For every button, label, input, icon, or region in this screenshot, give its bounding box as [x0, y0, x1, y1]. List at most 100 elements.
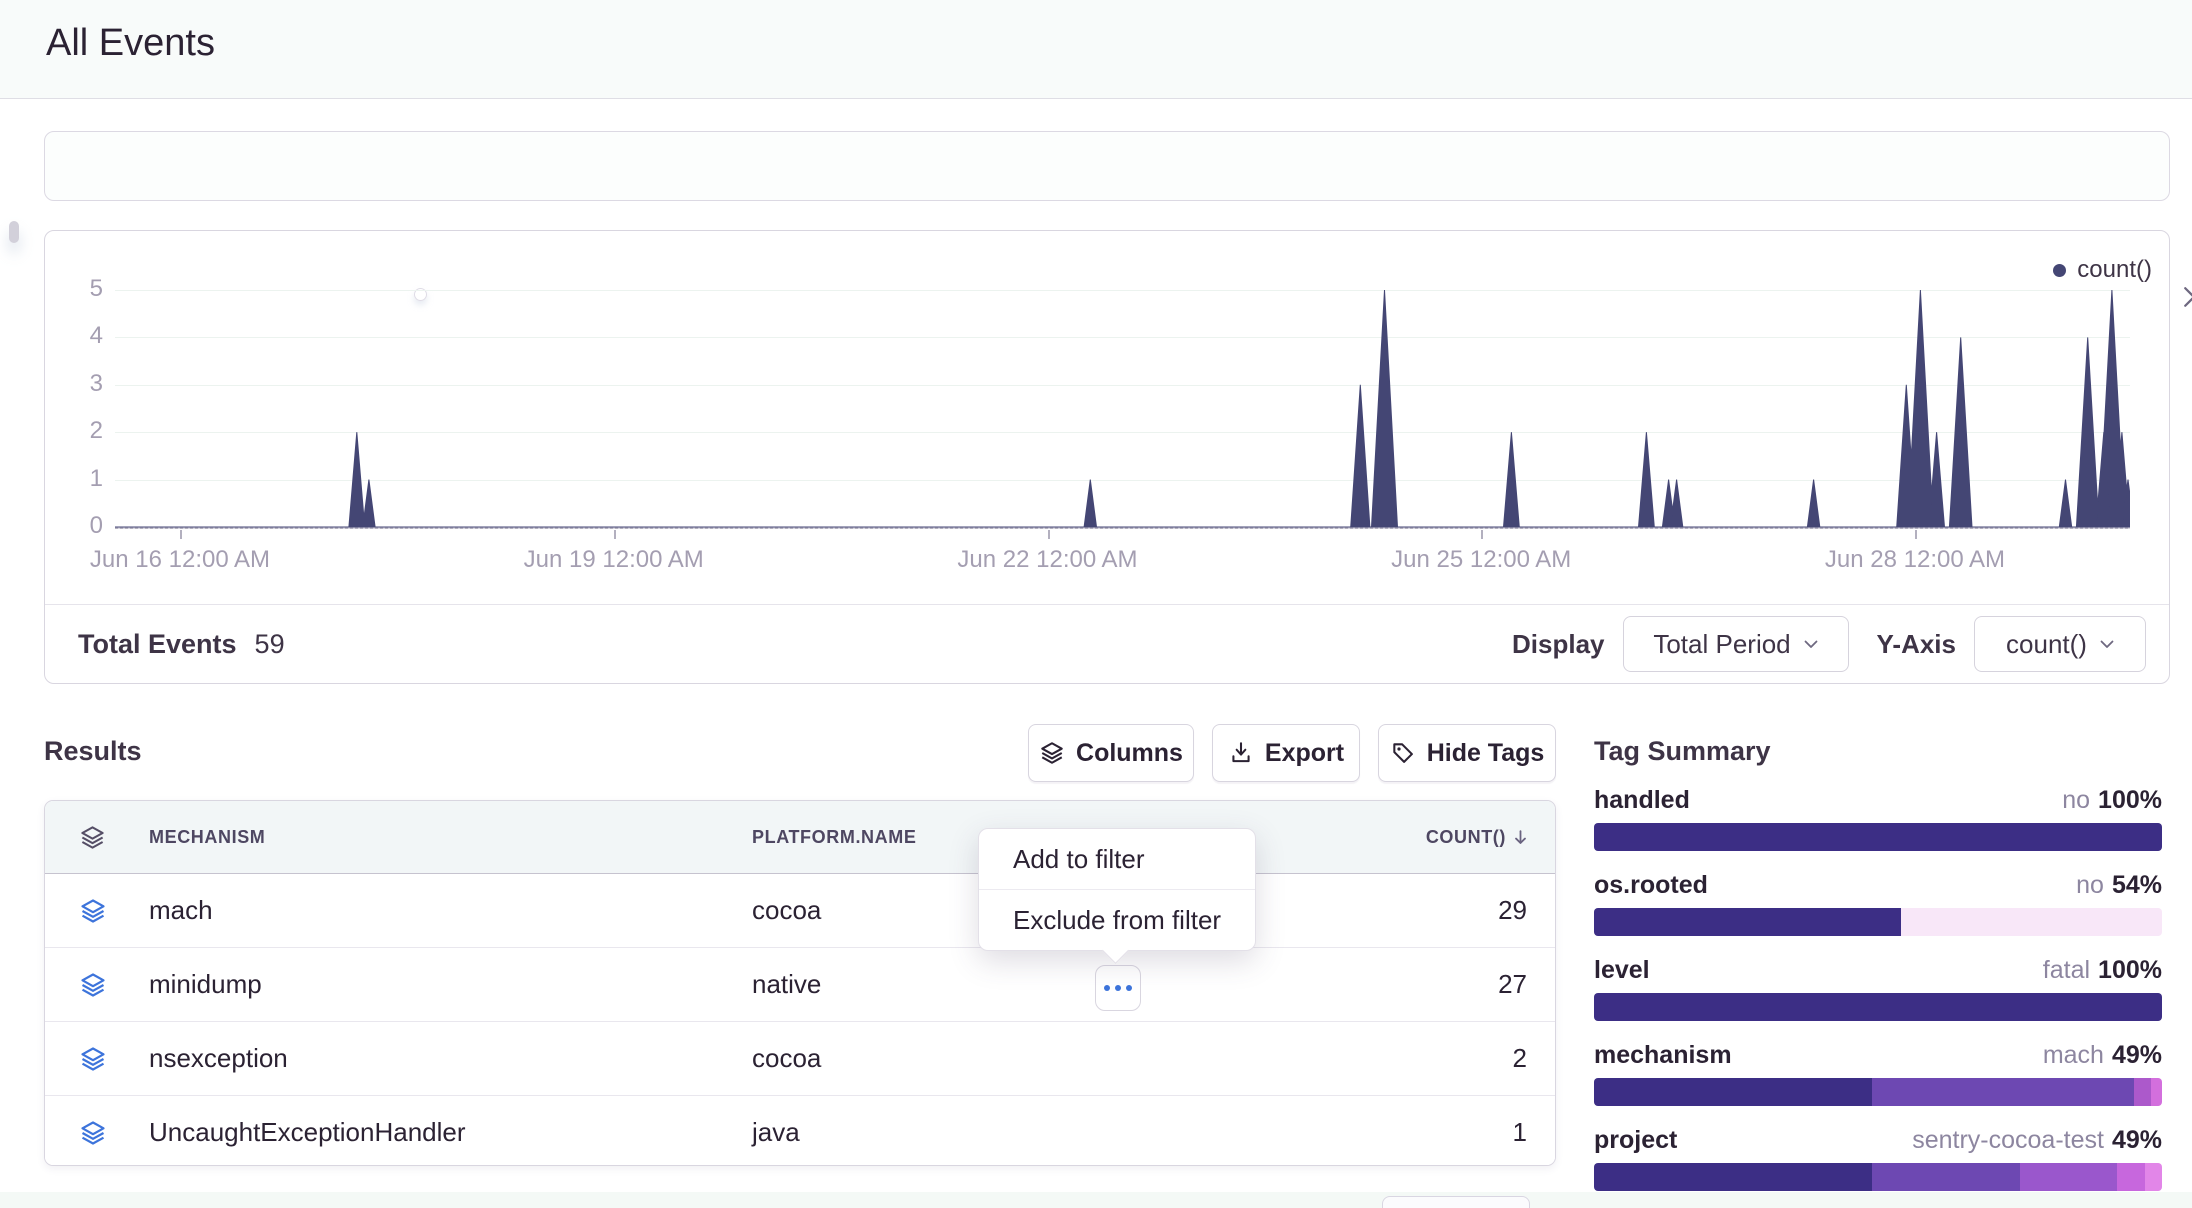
- yaxis-dropdown-value: count(): [2006, 629, 2087, 660]
- total-events-value: 59: [255, 629, 285, 660]
- layers-icon: [1039, 740, 1065, 766]
- menu-item-add-to-filter[interactable]: Add to filter: [979, 829, 1255, 889]
- tag-name: os.rooted: [1594, 871, 1708, 900]
- tag-summary-panel: Tag Summary handled no100% os.rooted no5…: [1594, 736, 2162, 1191]
- chart-legend[interactable]: count(): [2053, 256, 2152, 284]
- cell-mechanism[interactable]: mach: [149, 895, 752, 926]
- tag-distribution-bar[interactable]: [1594, 908, 2162, 936]
- tag-bar-segment: [1901, 908, 2162, 936]
- tag-entry-os-rooted: os.rooted no54%: [1594, 870, 2162, 936]
- count-series-area: [115, 290, 2130, 528]
- cell-mechanism[interactable]: nsexception: [149, 1043, 752, 1074]
- hide-tags-button-label: Hide Tags: [1427, 739, 1545, 768]
- display-label: Display: [1512, 629, 1605, 660]
- search-bar[interactable]: event.type:error handled:no level:fatal: [44, 131, 2170, 201]
- tag-bar-segment: [2117, 1163, 2145, 1191]
- dot-icon: [1126, 985, 1132, 991]
- tag-entry-handled: handled no100%: [1594, 785, 2162, 851]
- page-bottom-background: [0, 1192, 2192, 1208]
- tag-bar-segment: [2151, 1078, 2162, 1106]
- tag-bar-segment: [2020, 1163, 2117, 1191]
- tag-top-value: fatal100%: [2043, 956, 2162, 985]
- cell-platform[interactable]: cocoa: [752, 1043, 1252, 1074]
- column-header-mechanism[interactable]: MECHANISM: [149, 827, 752, 848]
- dot-icon: [1104, 985, 1110, 991]
- columns-button-label: Columns: [1076, 739, 1183, 768]
- cell-actions-menu: Add to filter Exclude from filter: [978, 828, 1256, 951]
- page-header: All Events: [0, 0, 2192, 99]
- cell-mechanism[interactable]: minidump: [149, 969, 752, 1000]
- total-events: Total Events 59: [78, 604, 285, 684]
- cell-count[interactable]: 2: [1252, 1043, 1555, 1074]
- chevron-down-icon: [1804, 640, 1818, 649]
- column-header-count-label: COUNT(): [1426, 827, 1506, 848]
- cell-platform[interactable]: java: [752, 1117, 1252, 1148]
- cell-actions-button[interactable]: [1095, 965, 1141, 1011]
- chevron-down-icon: [2100, 640, 2114, 649]
- tag-bar-segment: [2145, 1163, 2162, 1191]
- tag-name: handled: [1594, 786, 1690, 815]
- layers-icon: [79, 824, 106, 851]
- legend-label: count(): [2077, 256, 2152, 284]
- tag-icon: [1390, 740, 1416, 766]
- tag-name: level: [1594, 956, 1650, 985]
- tag-name: project: [1594, 1126, 1677, 1155]
- column-header-count[interactable]: COUNT(): [1252, 827, 1555, 848]
- close-icon[interactable]: [2179, 282, 2192, 312]
- tag-top-value: no100%: [2062, 786, 2162, 815]
- table-row: minidump native 27: [45, 948, 1555, 1022]
- table-header-row: MECHANISM PLATFORM.NAME COUNT(): [45, 801, 1555, 874]
- pagination-button[interactable]: [1382, 1196, 1530, 1208]
- cell-mechanism[interactable]: UncaughtExceptionHandler: [149, 1117, 752, 1148]
- tag-bar-segment: [1594, 908, 1901, 936]
- page-title: All Events: [46, 22, 215, 65]
- dot-icon: [1115, 985, 1121, 991]
- row-icon-cell: [45, 897, 149, 925]
- sort-desc-icon: [1512, 829, 1529, 846]
- tag-bar-segment: [1594, 993, 2162, 1021]
- hide-tags-button[interactable]: Hide Tags: [1378, 724, 1556, 782]
- tag-entry-level: level fatal100%: [1594, 955, 2162, 1021]
- legend-dot-icon: [2053, 264, 2066, 277]
- tag-entry-project: project sentry-cocoa-test49%: [1594, 1125, 2162, 1191]
- layers-icon: [79, 971, 107, 999]
- tag-distribution-bar[interactable]: [1594, 993, 2162, 1021]
- table-row: nsexception cocoa 2: [45, 1022, 1555, 1096]
- total-events-label: Total Events: [78, 629, 237, 660]
- results-table: MECHANISM PLATFORM.NAME COUNT() mach coc…: [44, 800, 1556, 1166]
- export-button[interactable]: Export: [1212, 724, 1360, 782]
- download-icon: [1228, 740, 1254, 766]
- table-row: mach cocoa 29: [45, 874, 1555, 948]
- tag-distribution-bar[interactable]: [1594, 1078, 2162, 1106]
- tag-distribution-bar[interactable]: [1594, 823, 2162, 851]
- cell-platform[interactable]: native: [752, 969, 1252, 1000]
- tag-bar-segment: [2134, 1078, 2151, 1106]
- cell-count[interactable]: 27: [1252, 969, 1555, 1000]
- tag-name: mechanism: [1594, 1041, 1732, 1070]
- chart-controls: Display Total Period Y-Axis count(): [1512, 604, 2146, 684]
- row-icon-cell: [45, 971, 149, 999]
- columns-button[interactable]: Columns: [1028, 724, 1194, 782]
- tag-entry-mechanism: mechanism mach49%: [1594, 1040, 2162, 1106]
- tag-top-value: sentry-cocoa-test49%: [1912, 1126, 2162, 1155]
- row-icon-cell: [45, 1045, 149, 1073]
- cell-count[interactable]: 1: [1252, 1117, 1555, 1148]
- tag-summary-title: Tag Summary: [1594, 736, 2162, 766]
- yaxis-dropdown[interactable]: count(): [1974, 616, 2146, 672]
- tag-bar-segment: [1872, 1163, 2020, 1191]
- tag-bar-segment: [1872, 1078, 2133, 1106]
- display-dropdown-value: Total Period: [1653, 629, 1790, 660]
- table-row: UncaughtExceptionHandler java 1: [45, 1096, 1555, 1166]
- discover-all-events-page: All Events event.type:error handled:no l…: [0, 0, 2192, 1208]
- tag-bar-segment: [1594, 823, 2162, 851]
- scroll-handle: [9, 221, 19, 243]
- layers-icon: [79, 1119, 107, 1147]
- display-dropdown[interactable]: Total Period: [1623, 616, 1849, 672]
- yaxis-label: Y-Axis: [1877, 629, 1957, 660]
- cell-count[interactable]: 29: [1252, 895, 1555, 926]
- tag-top-value: mach49%: [2043, 1041, 2162, 1070]
- row-icon-cell: [45, 1119, 149, 1147]
- tag-top-value: no54%: [2076, 871, 2162, 900]
- tag-distribution-bar[interactable]: [1594, 1163, 2162, 1191]
- tag-bar-segment: [1594, 1163, 1872, 1191]
